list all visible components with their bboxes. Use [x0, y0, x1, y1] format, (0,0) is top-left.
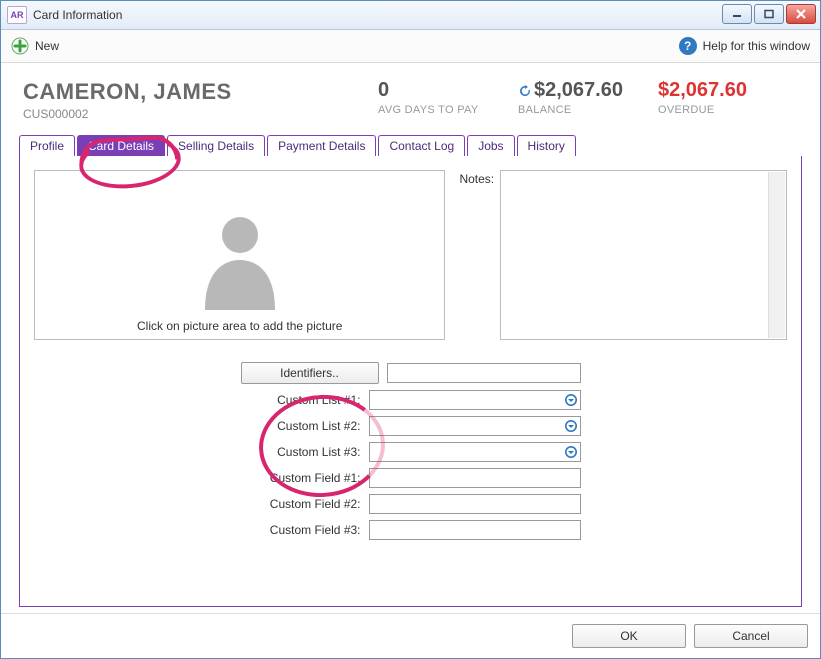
- tab-profile[interactable]: Profile: [19, 135, 75, 156]
- custom-list-2-combo[interactable]: [369, 416, 581, 436]
- stat-avg-days: 0 AVG DAYS TO PAY: [378, 79, 518, 116]
- card-information-window: AR Card Information New: [0, 0, 821, 659]
- card-details-panel: Click on picture area to add the picture…: [19, 156, 802, 607]
- custom-field-1-label: Custom Field #1:: [241, 471, 361, 485]
- custom-list-1-label: Custom List #1:: [241, 393, 361, 407]
- stat-label: OVERDUE: [658, 104, 798, 116]
- custom-field-2-label: Custom Field #2:: [241, 497, 361, 511]
- stat-value: $2,067.60: [658, 79, 798, 102]
- stat-overdue: $2,067.60 OVERDUE: [658, 79, 798, 116]
- custom-list-2-input[interactable]: [370, 417, 561, 435]
- stat-value: 0: [378, 79, 518, 102]
- content-area: CAMERON, JAMES CUS000002 0 AVG DAYS TO P…: [1, 63, 820, 613]
- close-button[interactable]: [786, 4, 816, 24]
- stat-value-text: $2,067.60: [534, 79, 623, 101]
- new-button[interactable]: New: [35, 39, 59, 53]
- avatar-placeholder-icon: [185, 200, 295, 313]
- titlebar: AR Card Information: [1, 1, 820, 30]
- help-link[interactable]: Help for this window: [703, 39, 810, 53]
- dropdown-icon[interactable]: [561, 443, 580, 461]
- tab-strip: Profile Card Details Selling Details Pay…: [19, 135, 802, 157]
- dropdown-icon[interactable]: [561, 391, 580, 409]
- stat-value: $2,067.60: [518, 79, 658, 102]
- tab-card-details[interactable]: Card Details: [77, 135, 165, 156]
- tab-jobs[interactable]: Jobs: [467, 135, 514, 156]
- window-controls: [722, 4, 816, 24]
- notes-label: Notes:: [459, 170, 494, 340]
- picture-hint: Click on picture area to add the picture: [137, 319, 342, 333]
- custom-list-3-combo[interactable]: [369, 442, 581, 462]
- card-id: CUS000002: [23, 107, 378, 121]
- help-icon: ?: [679, 37, 697, 55]
- identifiers-button[interactable]: Identifiers..: [241, 362, 379, 384]
- custom-list-1-combo[interactable]: [369, 390, 581, 410]
- cancel-button[interactable]: Cancel: [694, 624, 808, 648]
- stat-balance: $2,067.60 BALANCE: [518, 79, 658, 116]
- custom-fields-form: Identifiers.. Custom List #1: Custom Lis…: [34, 362, 787, 540]
- tab-payment-details[interactable]: Payment Details: [267, 135, 376, 156]
- toolbar: New ? Help for this window: [1, 30, 820, 63]
- tab-selling-details[interactable]: Selling Details: [167, 135, 265, 156]
- app-icon: AR: [7, 6, 27, 24]
- stat-label: AVG DAYS TO PAY: [378, 104, 518, 116]
- custom-list-3-input[interactable]: [370, 443, 561, 461]
- custom-field-3-label: Custom Field #3:: [241, 523, 361, 537]
- notes-scrollbar[interactable]: [768, 172, 785, 338]
- notes-textarea[interactable]: [500, 170, 787, 340]
- plus-icon: [11, 37, 29, 55]
- card-summary: CAMERON, JAMES CUS000002 0 AVG DAYS TO P…: [19, 73, 802, 135]
- identifiers-field[interactable]: [387, 363, 581, 383]
- dropdown-icon[interactable]: [561, 417, 580, 435]
- card-name: CAMERON, JAMES: [23, 79, 378, 105]
- minimize-button[interactable]: [722, 4, 752, 24]
- tab-history[interactable]: History: [517, 135, 576, 156]
- picture-area[interactable]: Click on picture area to add the picture: [34, 170, 445, 340]
- tab-contact-log[interactable]: Contact Log: [378, 135, 465, 156]
- custom-field-3-input[interactable]: [369, 520, 581, 540]
- dialog-button-bar: OK Cancel: [1, 613, 820, 658]
- stat-label: BALANCE: [518, 104, 658, 116]
- refresh-icon[interactable]: [518, 84, 532, 98]
- custom-field-1-input[interactable]: [369, 468, 581, 488]
- custom-list-1-input[interactable]: [370, 391, 561, 409]
- custom-list-2-label: Custom List #2:: [241, 419, 361, 433]
- maximize-button[interactable]: [754, 4, 784, 24]
- custom-list-3-label: Custom List #3:: [241, 445, 361, 459]
- ok-button[interactable]: OK: [572, 624, 686, 648]
- custom-field-2-input[interactable]: [369, 494, 581, 514]
- window-title: Card Information: [33, 8, 122, 22]
